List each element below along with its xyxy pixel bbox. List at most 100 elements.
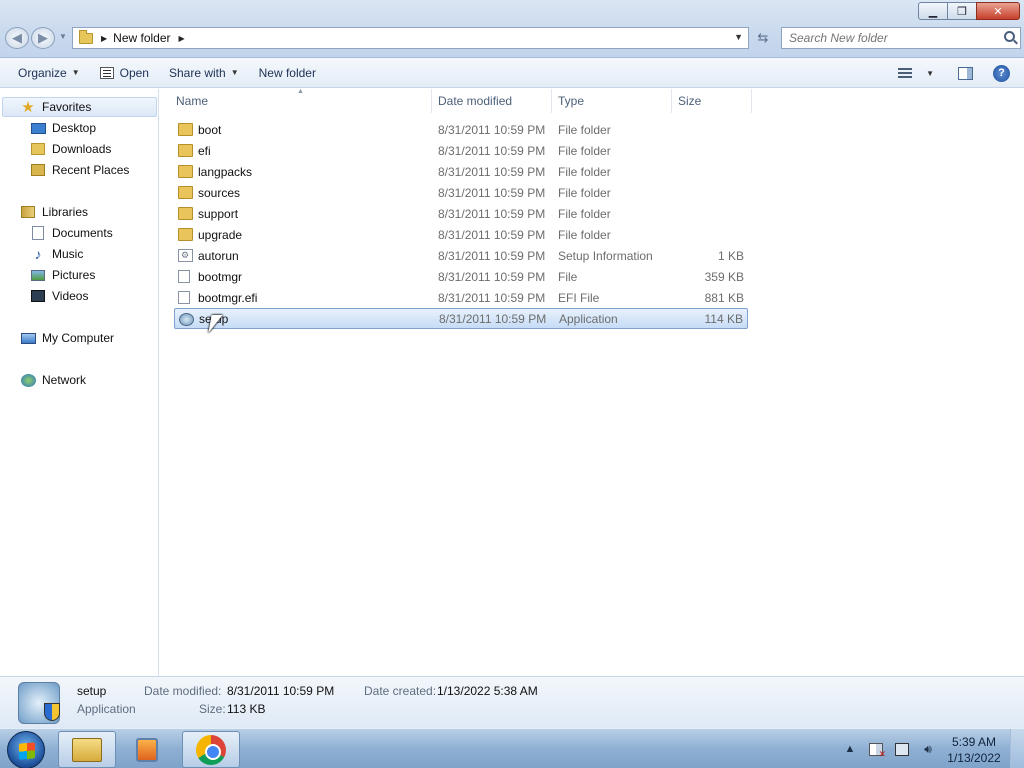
file-row[interactable]: sources 8/31/2011 10:59 PM File folder (174, 182, 748, 203)
arrow-right-icon: ▶ (38, 30, 48, 45)
nav-my-computer[interactable]: My Computer (20, 328, 114, 348)
column-header-name[interactable]: Name (170, 89, 432, 113)
file-row[interactable]: autorun 8/31/2011 10:59 PM Setup Informa… (174, 245, 748, 266)
refresh-icon: ⇆ (757, 30, 769, 45)
arrow-left-icon: ◀ (12, 30, 22, 45)
file-date: 8/31/2011 10:59 PM (438, 269, 546, 284)
nav-label: Pictures (52, 268, 96, 282)
nav-favorites[interactable]: ★ Favorites (2, 97, 157, 117)
file-row[interactable]: efi 8/31/2011 10:59 PM File folder (174, 140, 748, 161)
column-label: Type (558, 94, 585, 108)
taskbar-explorer[interactable] (58, 731, 116, 768)
documents-icon (30, 226, 46, 240)
forward-button[interactable]: ▶ (31, 27, 55, 49)
network-tray-icon[interactable] (892, 741, 912, 757)
column-header-type[interactable]: Type (552, 89, 672, 113)
file-type: File folder (558, 143, 611, 158)
breadcrumb-new-folder[interactable]: New folder (113, 31, 170, 45)
pictures-icon (30, 268, 46, 282)
recent-pages-dropdown[interactable]: ▼ (59, 32, 67, 41)
back-button[interactable]: ◀ (5, 27, 29, 49)
nav-documents[interactable]: Documents (30, 223, 113, 243)
file-row[interactable]: boot 8/31/2011 10:59 PM File folder (174, 119, 748, 140)
file-date: 8/31/2011 10:59 PM (438, 143, 546, 158)
details-pane: setup Application Date modified: 8/31/20… (0, 676, 1024, 728)
breadcrumb-chevron-icon[interactable]: ▶ (179, 34, 185, 43)
file-row[interactable]: bootmgr 8/31/2011 10:59 PM File 359 KB (174, 266, 748, 287)
nav-label: Documents (52, 226, 113, 240)
file-name: support (198, 206, 239, 221)
nav-downloads[interactable]: Downloads (30, 139, 111, 159)
maximize-button[interactable]: ❐ (947, 2, 977, 20)
folder-icon (178, 144, 193, 157)
nav-label: Desktop (52, 121, 97, 135)
action-center-icon[interactable] (866, 741, 886, 760)
column-header-date-modified[interactable]: Date modified (432, 89, 552, 113)
show-hidden-icons-button[interactable]: ▲ (840, 741, 860, 757)
file-row[interactable]: langpacks 8/31/2011 10:59 PM File folder (174, 161, 748, 182)
nav-libraries[interactable]: Libraries (20, 202, 88, 222)
taskbar-media-player[interactable] (118, 731, 176, 768)
file-row[interactable]: bootmgr.efi 8/31/2011 10:59 PM EFI File … (174, 287, 748, 308)
file-type: File folder (558, 227, 611, 242)
file-type: File folder (558, 164, 611, 179)
file-date: 8/31/2011 10:59 PM (438, 122, 546, 137)
media-player-icon (136, 737, 158, 762)
file-name: sources (198, 185, 241, 200)
file-date: 8/31/2011 10:59 PM (438, 290, 546, 305)
file-row-selected[interactable]: setup 8/31/2011 10:59 PM Application 114… (174, 308, 748, 329)
open-button[interactable]: Open (90, 60, 159, 86)
breadcrumb-chevron-icon[interactable]: ▶ (101, 34, 107, 43)
minimize-button[interactable]: ▁ (918, 2, 948, 20)
show-desktop-button[interactable] (1010, 729, 1024, 768)
nav-network[interactable]: Network (20, 370, 86, 390)
file-date: 8/31/2011 10:59 PM (438, 185, 546, 200)
file-icon (178, 270, 190, 283)
search-icon[interactable] (1004, 31, 1015, 42)
change-view-icon[interactable] (898, 68, 913, 78)
file-row[interactable]: support 8/31/2011 10:59 PM File folder (174, 203, 748, 224)
desktop-icon (30, 121, 46, 135)
search-input[interactable] (789, 31, 989, 45)
nav-label: My Computer (42, 331, 115, 345)
address-dropdown-icon[interactable]: ▼ (734, 32, 743, 42)
file-name: efi (198, 143, 211, 158)
file-row[interactable]: upgrade 8/31/2011 10:59 PM File folder (174, 224, 748, 245)
preview-pane-icon[interactable] (958, 66, 973, 80)
details-file-type: Application (77, 702, 136, 716)
organize-button[interactable]: Organize ▼ (8, 60, 90, 86)
refresh-button[interactable]: ⇆ (752, 27, 774, 49)
volume-icon[interactable]: 🔊︎ (918, 741, 938, 757)
nav-pictures[interactable]: Pictures (30, 265, 95, 285)
details-date-modified-label: Date modified: (144, 684, 222, 698)
column-header-size[interactable]: Size (672, 89, 752, 113)
windows-explorer-icon (72, 737, 102, 762)
open-icon (99, 66, 114, 79)
system-tray: ▲ 🔊︎ (840, 729, 944, 768)
column-headers: ▲ Name Date modified Type Size (170, 88, 752, 113)
help-icon[interactable]: ? (993, 64, 1010, 82)
file-type: File (558, 269, 578, 284)
search-box[interactable] (781, 27, 1021, 49)
application-icon (179, 313, 194, 326)
close-button[interactable]: ✕ (976, 2, 1020, 20)
nav-label: Network (42, 373, 87, 387)
share-with-button[interactable]: Share with ▼ (159, 60, 249, 86)
nav-videos[interactable]: Videos (30, 286, 88, 306)
new-folder-button[interactable]: New folder (249, 60, 326, 86)
view-options-chevron-icon[interactable]: ▼ (926, 69, 934, 78)
nav-recent-places[interactable]: Recent Places (30, 160, 129, 180)
taskbar-chrome[interactable] (182, 731, 240, 768)
details-date-created: 1/13/2022 5:38 AM (437, 684, 538, 698)
nav-label: Downloads (52, 142, 112, 156)
address-bar[interactable]: ▶ New folder ▶ ▼ (72, 27, 749, 49)
details-date-created-label: Date created: (364, 684, 437, 698)
file-type: Setup Information (558, 248, 653, 263)
taskbar: ▲ 🔊︎ 5:39 AM 1/13/2022 (0, 728, 1024, 768)
column-label: Size (678, 94, 702, 108)
nav-desktop[interactable]: Desktop (30, 118, 96, 138)
nav-label: Recent Places (52, 163, 130, 177)
clock[interactable]: 5:39 AM 1/13/2022 (944, 734, 1004, 766)
nav-music[interactable]: ♪ Music (30, 244, 84, 264)
start-button[interactable] (7, 731, 45, 768)
